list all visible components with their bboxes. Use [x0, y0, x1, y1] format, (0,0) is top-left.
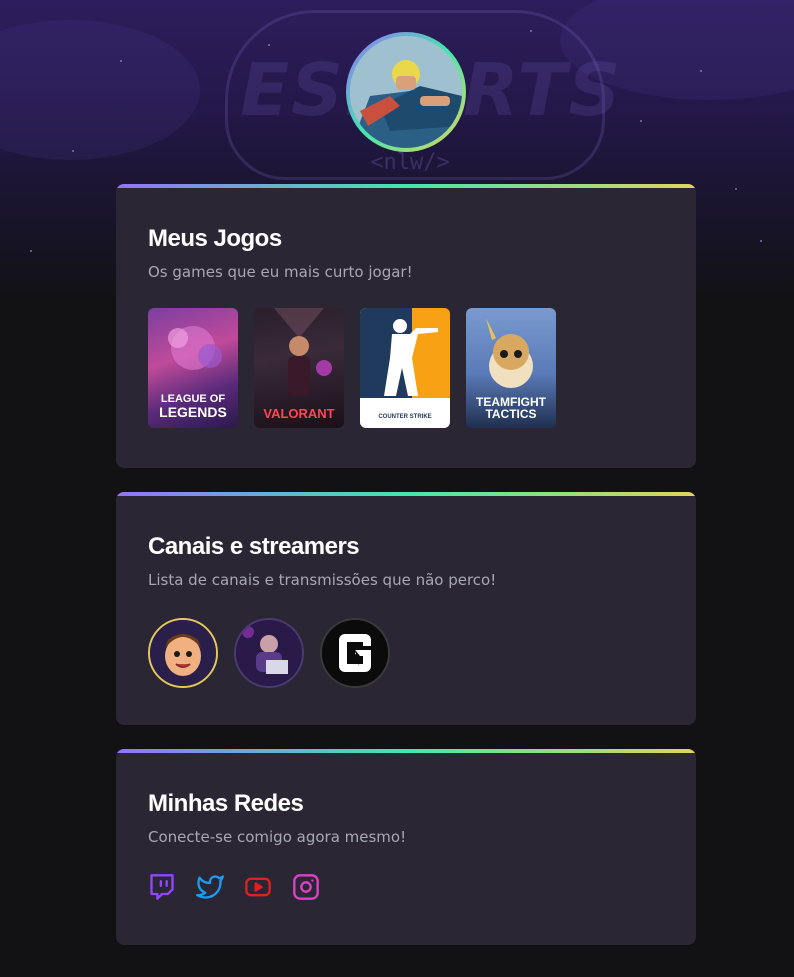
game-title-line: TACTICS: [485, 407, 537, 421]
game-teamfight-tactics[interactable]: TEAMFIGHT TACTICS: [466, 308, 556, 428]
games-card: Meus Jogos Os games que eu mais curto jo…: [116, 184, 696, 468]
game-league-label: LEAGUE OF LEGENDS: [159, 394, 227, 420]
profile-photo: [350, 36, 462, 148]
cartoon-face-icon: [150, 620, 216, 686]
youtube-icon[interactable]: [244, 873, 272, 901]
twitch-icon[interactable]: [148, 873, 176, 901]
streamer-at-desk-icon: [236, 620, 302, 686]
channels-subtitle: Lista de canais e transmissões que não p…: [148, 571, 497, 589]
channels-list: [148, 618, 664, 688]
game-valorant[interactable]: VALORANT: [254, 308, 344, 428]
profile-avatar: [346, 32, 466, 152]
rainbow-six-icon: [322, 620, 388, 686]
game-counter-strike[interactable]: COUNTER STRIKE: [360, 308, 450, 428]
background-swoosh: [0, 20, 200, 160]
game-league-of-legends[interactable]: LEAGUE OF LEGENDS: [148, 308, 238, 428]
social-subtitle: Conecte-se comigo agora mesmo!: [148, 828, 407, 846]
channels-title: Canais e streamers: [148, 533, 360, 560]
game-tft-label: TEAMFIGHT TACTICS: [476, 396, 546, 420]
streamer-photo-avatar[interactable]: [234, 618, 304, 688]
game-counter-strike-label: COUNTER STRIKE: [378, 414, 432, 420]
games-list: LEAGUE OF LEGENDS VALORANT COUNTER STRIK…: [148, 308, 664, 428]
streamer-cartoon-avatar[interactable]: [148, 618, 218, 688]
person-photo-icon: [350, 36, 462, 148]
social-card: Minhas Redes Conecte-se comigo agora mes…: [116, 749, 696, 945]
games-subtitle: Os games que eu mais curto jogar!: [148, 263, 413, 281]
channels-card: Canais e streamers Lista de canais e tra…: [116, 492, 696, 725]
instagram-icon[interactable]: [292, 873, 320, 901]
social-links: [148, 873, 664, 901]
game-valorant-label: VALORANT: [263, 406, 335, 421]
games-title: Meus Jogos: [148, 225, 282, 252]
counter-strike-art-icon: [360, 308, 450, 398]
nlw-logo-text: <nlw/>: [370, 150, 450, 175]
social-title: Minhas Redes: [148, 790, 304, 817]
rainbow-six-logo[interactable]: [320, 618, 390, 688]
game-title-line: LEGENDS: [159, 404, 227, 420]
twitter-icon[interactable]: [196, 873, 224, 901]
